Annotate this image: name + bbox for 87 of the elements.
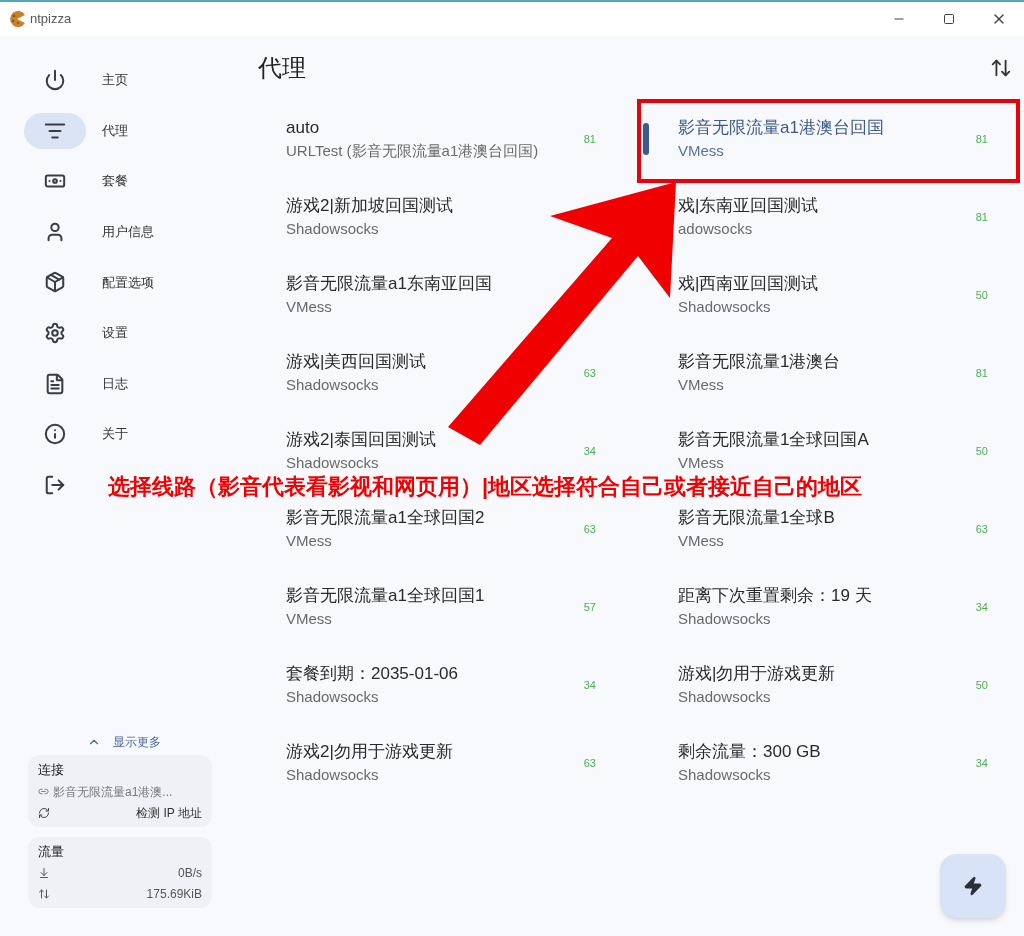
nav-label[interactable]: 配置选项 bbox=[102, 272, 154, 293]
settings-icon[interactable] bbox=[44, 321, 66, 344]
latency-label: 63 bbox=[583, 521, 596, 537]
proxy-name[interactable]: 影音无限流量a1全球回国1 bbox=[286, 584, 485, 608]
show-more-button[interactable]: 显示更多 bbox=[87, 733, 161, 751]
refresh-icon[interactable] bbox=[38, 806, 50, 819]
proxy-name[interactable]: 游戏|勿用于游戏更新 bbox=[678, 662, 836, 686]
card-title: 连接 bbox=[38, 761, 65, 779]
download-icon bbox=[38, 867, 50, 879]
latency-label: 34 bbox=[975, 755, 988, 771]
proxy-name[interactable]: 剩余流量：300 GB bbox=[678, 740, 821, 764]
latency-label: 50 bbox=[975, 677, 988, 693]
proxy-name[interactable]: 影音无限流量1港澳台 bbox=[678, 350, 841, 374]
proxy-type: VMess bbox=[678, 453, 724, 473]
latency-label: 34 bbox=[583, 443, 596, 459]
latency-label: 63 bbox=[975, 521, 988, 537]
nav-label[interactable]: 用户信息 bbox=[102, 222, 154, 242]
proxy-name[interactable]: 游戏2|勿用于游戏更新 bbox=[286, 740, 453, 764]
proxy-name[interactable]: 影音无限流量1全球B bbox=[678, 506, 835, 530]
proxy-name[interactable]: 影音无限流量a1东南亚回国 bbox=[286, 272, 492, 296]
nav-label[interactable]: 套餐 bbox=[102, 171, 128, 191]
window-title: ntpizza bbox=[30, 10, 72, 29]
box-icon[interactable] bbox=[44, 271, 66, 294]
proxy-type: Shadowsocks bbox=[678, 687, 771, 707]
proxy-name[interactable]: 戏|西南亚回国测试 bbox=[678, 272, 819, 296]
nav-icon-pill[interactable] bbox=[24, 112, 86, 149]
proxy-name[interactable]: 戏|东南亚回国测试 bbox=[678, 194, 819, 218]
proxy-name[interactable]: auto bbox=[286, 116, 320, 140]
latency-label: 50 bbox=[975, 287, 988, 303]
proxy-type: Shadowsocks bbox=[286, 765, 379, 785]
proxy-type: adowsocks bbox=[678, 219, 753, 239]
proxy-name[interactable]: 影音无限流量1全球回国A bbox=[678, 428, 869, 452]
proxy-type: VMess bbox=[286, 531, 332, 551]
card-title: 流量 bbox=[38, 842, 65, 861]
proxy-type: VMess bbox=[678, 375, 724, 395]
info-icon[interactable] bbox=[44, 423, 66, 446]
document-icon[interactable] bbox=[44, 372, 66, 395]
nav-label[interactable]: 日志 bbox=[102, 373, 128, 394]
proxy-name[interactable]: 游戏2|新加坡回国测试 bbox=[286, 194, 453, 218]
exit-icon[interactable] bbox=[44, 473, 66, 496]
annotation-text: 选择线路（影音代表看影视和网页用）|地区选择符合自己或者接近自己的地区 bbox=[108, 473, 863, 501]
up-down-icon bbox=[38, 888, 50, 900]
page-title: 代理 bbox=[258, 53, 306, 83]
proxy-type: Shadowsocks bbox=[286, 453, 379, 473]
nav-label[interactable]: 关于 bbox=[102, 424, 128, 444]
power-icon[interactable] bbox=[44, 69, 66, 91]
nav-label[interactable]: 代理 bbox=[102, 120, 128, 141]
latency-label: 81 bbox=[975, 209, 988, 225]
latency-label: 63 bbox=[583, 365, 596, 381]
latency-label: 81 bbox=[975, 365, 988, 381]
nav-label[interactable]: 设置 bbox=[102, 323, 128, 343]
proxy-type: Shadowsocks bbox=[678, 765, 771, 785]
check-ip-link[interactable]: 检测 IP 地址 bbox=[136, 803, 202, 822]
proxy-name[interactable]: 影音无限流量a1全球回国2 bbox=[286, 506, 485, 530]
nav-label[interactable]: 主页 bbox=[102, 70, 128, 90]
current-proxy: 影音无限流量a1港澳... bbox=[53, 783, 173, 801]
latency-label: 81 bbox=[975, 131, 988, 147]
latency-label: 81 bbox=[583, 131, 596, 147]
link-icon bbox=[38, 786, 49, 797]
connect-fab[interactable] bbox=[940, 854, 1006, 918]
proxy-type: Shadowsocks bbox=[678, 297, 771, 317]
proxy-name[interactable]: 影音无限流量a1港澳台回国 bbox=[678, 116, 884, 140]
proxy-type: Shadowsocks bbox=[286, 375, 379, 395]
pizza-logo-icon bbox=[8, 10, 26, 28]
proxy-type: VMess bbox=[286, 609, 332, 629]
proxy-name[interactable]: 距离下次重置剩余：19 天 bbox=[678, 584, 872, 608]
proxy-type: VMess bbox=[678, 141, 724, 161]
latency-label: 63 bbox=[583, 755, 596, 771]
proxy-type: Shadowsocks bbox=[286, 687, 379, 707]
proxy-type: VMess bbox=[678, 531, 724, 551]
sort-icon bbox=[990, 57, 1012, 79]
proxy-name[interactable]: 游戏|美西回国测试 bbox=[286, 350, 427, 374]
proxy-type: VMess bbox=[286, 297, 332, 317]
latency-label: 34 bbox=[583, 677, 596, 693]
total-value: 175.69KiB bbox=[146, 886, 202, 903]
speed-value: 0B/s bbox=[178, 865, 202, 882]
proxy-name[interactable]: 游戏2|泰国回国测试 bbox=[286, 428, 436, 452]
latency-label: 34 bbox=[975, 599, 988, 615]
selected-indicator bbox=[643, 123, 649, 155]
lightning-icon bbox=[963, 876, 983, 896]
proxy-type: Shadowsocks bbox=[678, 609, 771, 629]
proxy-type: URLTest (影音无限流量a1港澳台回国) bbox=[286, 141, 539, 161]
maximize-icon bbox=[943, 13, 955, 25]
proxy-type: Shadowsocks bbox=[286, 219, 379, 239]
latency-label: 57 bbox=[583, 599, 596, 615]
latency-label: 50 bbox=[975, 443, 988, 459]
proxy-name[interactable]: 套餐到期：2035-01-06 bbox=[286, 662, 458, 686]
